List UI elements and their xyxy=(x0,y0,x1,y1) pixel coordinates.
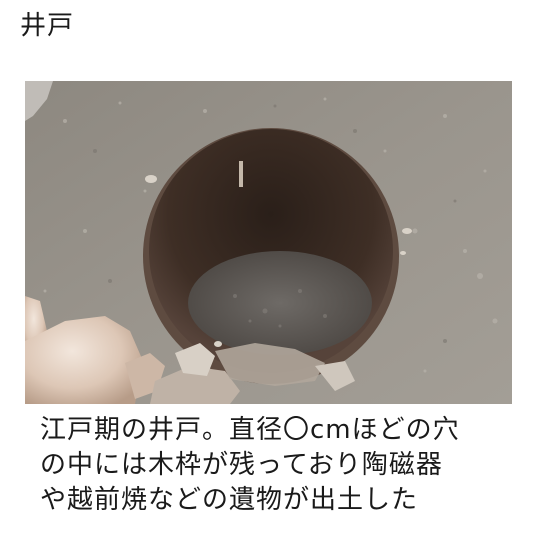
well-excavation-photo xyxy=(25,81,512,404)
photo-caption: 江戸期の井戸。直径〇cmほどの穴 の中には木枠が残っており陶磁器 や越前焼などの… xyxy=(40,413,510,518)
caption-line-1: 江戸期の井戸。直径〇cmほどの穴 xyxy=(40,415,460,445)
caption-line-2: の中には木枠が残っており陶磁器 xyxy=(40,450,443,480)
wooden-frame-remnant xyxy=(239,161,243,187)
well-photo-illustration xyxy=(25,81,512,404)
caption-line-3: や越前焼などの遺物が出土した xyxy=(40,485,419,515)
page-title: 井戸 xyxy=(20,11,75,41)
well-floor xyxy=(188,251,372,355)
